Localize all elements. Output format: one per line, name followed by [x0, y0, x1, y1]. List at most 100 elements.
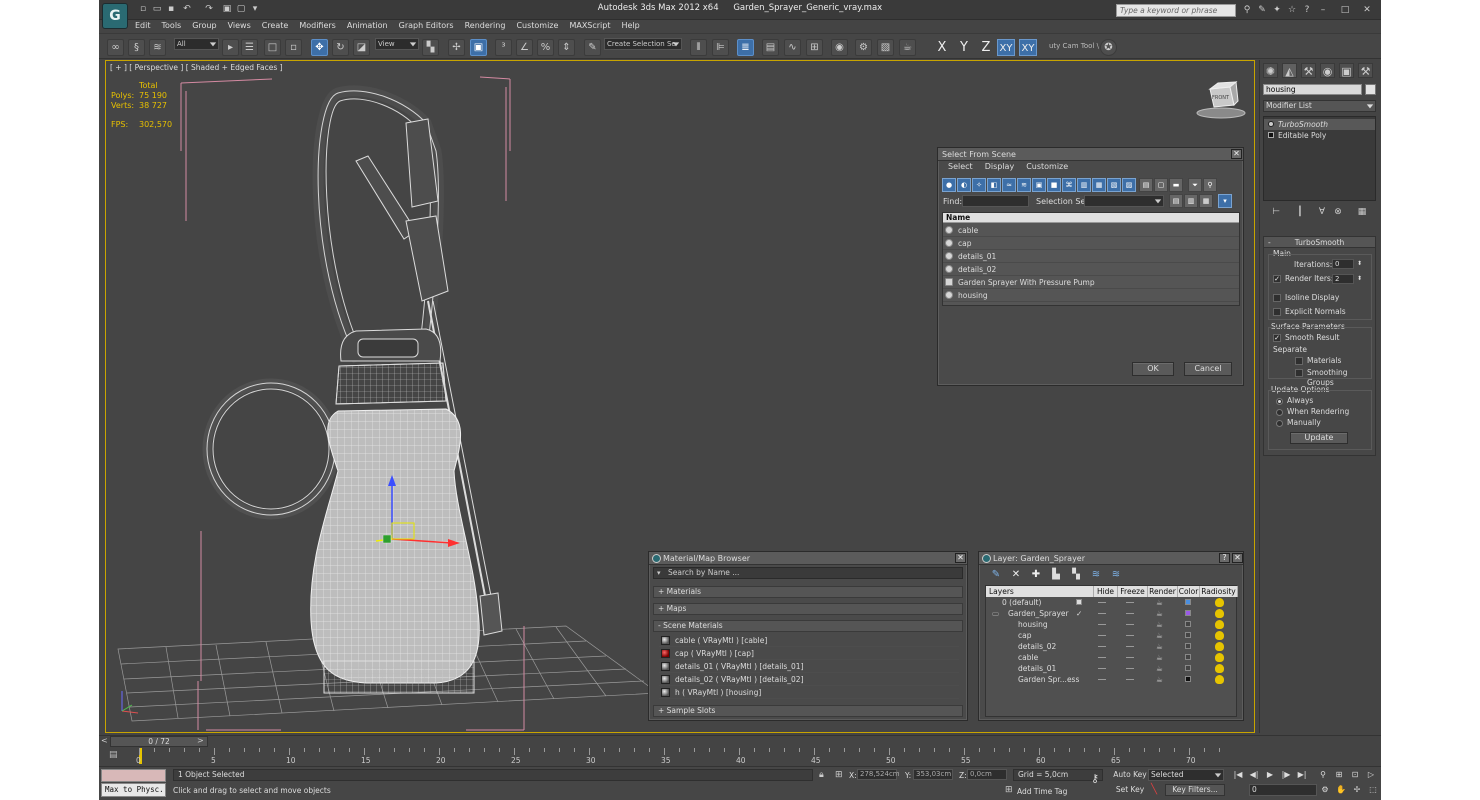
- key-mode-dropdown[interactable]: Selected: [1148, 769, 1224, 781]
- redo-icon[interactable]: ↷: [203, 4, 215, 15]
- display-bones-icon[interactable]: ⌘: [1062, 178, 1076, 192]
- keyboard-shortcut-override-icon[interactable]: ▣: [470, 39, 487, 56]
- smooth-result-checkbox[interactable]: ✓: [1273, 334, 1281, 342]
- iterations-spinner[interactable]: 0: [1332, 259, 1354, 269]
- snaps-toggle-icon[interactable]: ³: [495, 39, 512, 56]
- list-item[interactable]: cable ( VRayMtl ) [cable]: [659, 634, 959, 647]
- key-mode-icon[interactable]: ╲: [1151, 784, 1163, 796]
- radiosity-column-header[interactable]: Radiosity: [1200, 586, 1238, 597]
- layer-color-swatch[interactable]: [1185, 632, 1191, 638]
- reference-coordinate-dropdown[interactable]: View: [375, 38, 419, 50]
- create-selection-set-icon[interactable]: ▤: [1169, 194, 1183, 208]
- menu-animation[interactable]: Animation: [347, 21, 388, 30]
- select-manipulate-icon[interactable]: ✢: [448, 39, 465, 56]
- object-name-field[interactable]: housing: [1263, 84, 1362, 95]
- table-row[interactable]: details_02 ☕: [986, 641, 1236, 652]
- zoom-icon[interactable]: ⚲: [1317, 769, 1329, 781]
- quick-access-dropdown-icon[interactable]: ▾: [249, 4, 261, 15]
- help-icon[interactable]: ?: [1301, 4, 1313, 16]
- menu-tools[interactable]: Tools: [162, 21, 182, 30]
- sfs-menu-display[interactable]: Display: [985, 162, 1015, 171]
- list-item[interactable]: cap ( VRayMtl ) [cap]: [659, 647, 959, 660]
- add-to-selection-set-icon[interactable]: ▦: [1199, 194, 1213, 208]
- freeze-column-header[interactable]: Freeze: [1118, 586, 1148, 597]
- restrict-y-button[interactable]: Y: [955, 39, 973, 56]
- list-item[interactable]: h ( VRayMtl ) [housing]: [659, 686, 959, 699]
- track-bar-ruler[interactable]: 0 5 10 15 20 25 30 35 40 45 50 55 60 65 70: [136, 748, 1220, 766]
- save-file-icon[interactable]: ▪: [165, 4, 177, 15]
- render-teapot-icon[interactable]: ☕: [1156, 674, 1163, 685]
- select-and-move-icon[interactable]: ✥: [311, 39, 328, 56]
- display-hidden-icon[interactable]: ▧: [1107, 178, 1121, 192]
- toolbar-plugin-icon[interactable]: ✪: [1100, 39, 1117, 56]
- radiosity-bulb-icon[interactable]: [1215, 609, 1224, 618]
- render-teapot-icon[interactable]: ☕: [1156, 597, 1163, 608]
- list-item[interactable]: housing: [943, 289, 1239, 302]
- display-cameras-icon[interactable]: ◧: [987, 178, 1001, 192]
- schematic-view-icon[interactable]: ⊞: [806, 39, 823, 56]
- cam-tool-label[interactable]: uty Cam Tool \: [1049, 42, 1099, 50]
- sfs-close-icon[interactable]: ✕: [1231, 149, 1242, 159]
- layer-color-swatch[interactable]: [1185, 676, 1191, 682]
- create-new-layer-icon[interactable]: ✎: [989, 568, 1003, 581]
- table-row[interactable]: ▭ Garden_Sprayer ✓ ☕: [986, 608, 1236, 619]
- menu-views[interactable]: Views: [228, 21, 251, 30]
- table-row[interactable]: Garden Spr...ess ☕: [986, 674, 1236, 685]
- binoculars-search-icon[interactable]: ⚲: [1241, 4, 1253, 16]
- zoom-extents-icon[interactable]: ⊞: [1333, 769, 1345, 781]
- separate-smoothing-groups-checkbox[interactable]: [1295, 369, 1303, 377]
- application-button-logo[interactable]: G: [102, 3, 128, 29]
- zoom-all-icon[interactable]: ⊡: [1349, 769, 1361, 781]
- menu-maxscript[interactable]: MAXScript: [569, 21, 610, 30]
- current-layer-icon[interactable]: [1076, 599, 1082, 605]
- table-row[interactable]: 0 (default) ☕: [986, 597, 1236, 608]
- maximize-viewport-icon[interactable]: ⬚: [1367, 784, 1379, 796]
- layer-help-icon[interactable]: ?: [1219, 553, 1230, 563]
- hide-column-header[interactable]: Hide: [1094, 586, 1118, 597]
- display-space-warps-icon[interactable]: ≋: [1017, 178, 1031, 192]
- angle-snap-icon[interactable]: ∠: [516, 39, 533, 56]
- render-production-icon[interactable]: ☕: [899, 39, 916, 56]
- color-column-header[interactable]: Color: [1178, 586, 1200, 597]
- rendered-frame-window-icon[interactable]: ▧: [877, 39, 894, 56]
- pan-icon[interactable]: ✋: [1335, 784, 1347, 796]
- render-column-header[interactable]: Render: [1148, 586, 1178, 597]
- radiosity-bulb-icon[interactable]: [1215, 653, 1224, 662]
- active-layer-check-icon[interactable]: ✓: [1076, 608, 1082, 619]
- display-all-icon[interactable]: ▨: [1122, 178, 1136, 192]
- material-browser-close-icon[interactable]: ✕: [955, 553, 966, 563]
- table-row[interactable]: cap ☕: [986, 630, 1236, 641]
- restrict-xy-button[interactable]: XY: [997, 39, 1015, 56]
- layer-color-swatch[interactable]: [1185, 665, 1191, 671]
- sample-slots-section[interactable]: + Sample Slots: [653, 705, 963, 717]
- absolute-mode-icon[interactable]: ⊞: [835, 770, 843, 780]
- rectangular-selection-icon[interactable]: □: [264, 39, 281, 56]
- scene-materials-section[interactable]: - Scene Materials: [653, 620, 963, 632]
- stack-item-editable-poly[interactable]: Editable Poly: [1264, 130, 1375, 141]
- sync-selection-icon[interactable]: ▬: [1169, 178, 1183, 192]
- key-filters-button[interactable]: Key Filters...: [1165, 784, 1225, 796]
- menu-edit[interactable]: Edit: [135, 21, 151, 30]
- selection-filter-dropdown[interactable]: All: [174, 38, 219, 50]
- make-unique-icon[interactable]: ∀: [1315, 206, 1329, 219]
- ribbon-toggle-icon[interactable]: ▤: [762, 39, 779, 56]
- list-item[interactable]: details_02: [943, 263, 1239, 276]
- material-editor-icon[interactable]: ◉: [831, 39, 848, 56]
- list-item[interactable]: Garden Sprayer With Pressure Pump: [943, 276, 1239, 289]
- select-and-link-icon[interactable]: ∞: [107, 39, 124, 56]
- radiosity-bulb-icon[interactable]: [1215, 620, 1224, 629]
- set-key-button[interactable]: Set Key: [1113, 784, 1147, 796]
- tab-motion-icon[interactable]: ◉: [1320, 63, 1335, 78]
- time-configuration-icon[interactable]: ⚙: [1319, 784, 1331, 796]
- filter-options-icon[interactable]: ⚲: [1203, 178, 1217, 192]
- render-teapot-icon[interactable]: ☕: [1156, 608, 1163, 619]
- list-item[interactable]: details_01: [943, 250, 1239, 263]
- tab-display-icon[interactable]: ▣: [1339, 63, 1354, 78]
- maximize-icon[interactable]: □: [1339, 4, 1351, 16]
- radiosity-bulb-icon[interactable]: [1215, 631, 1224, 640]
- update-when-rendering-radio[interactable]: [1276, 409, 1283, 416]
- render-teapot-icon[interactable]: ☕: [1156, 652, 1163, 663]
- list-item[interactable]: cap: [943, 237, 1239, 250]
- display-xrefs-icon[interactable]: ■: [1047, 178, 1061, 192]
- next-frame-icon[interactable]: |▶: [1280, 769, 1292, 781]
